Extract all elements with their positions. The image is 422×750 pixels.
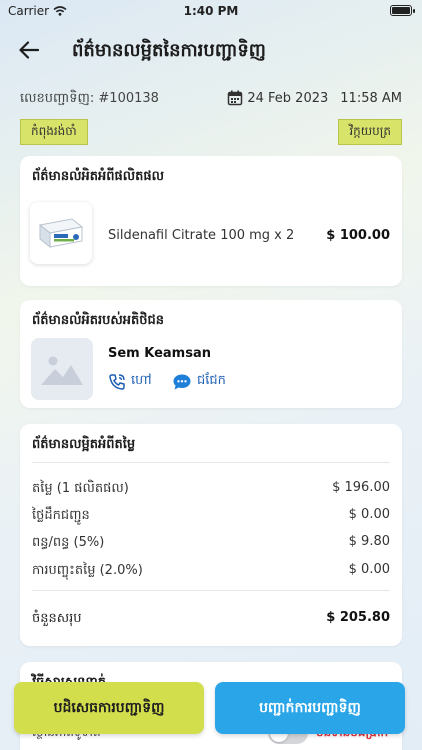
- product-price: $ 100.00: [326, 228, 390, 243]
- calendar-icon: [228, 90, 243, 106]
- avatar: [31, 338, 93, 400]
- price-row: ថ្លៃដឹកជញ្ជូន $ 0.00: [32, 507, 390, 526]
- phone-icon: [109, 373, 125, 390]
- price-row: តម្លៃ (1 ផលិតផល) $ 196.00: [32, 480, 390, 499]
- product-name: Sildenafil Citrate 100 mg x 2: [108, 228, 295, 243]
- price-row-value: $ 196.00: [332, 480, 390, 495]
- price-row: ពន្ធ/ពន្ធ (5%) $ 9.80: [32, 534, 390, 553]
- call-label: ហៅ: [131, 373, 152, 388]
- status-bar: Carrier 1:40 PM: [0, 0, 422, 22]
- customer-details-card: ព័ត៌មានលំអិតរបស់អតិថិជន Sem Keamsan ហៅ ជ…: [20, 300, 402, 408]
- arrow-left-icon: [19, 41, 39, 59]
- order-date: 24 Feb 2023: [247, 90, 329, 106]
- customer-section-title: ព័ត៌មានលំអិតរបស់អតិថិជន: [32, 313, 165, 328]
- page-title: ព័ត៌មានលម្អិតនៃការបញ្ជាទិញ: [72, 40, 266, 61]
- price-row: ការបញ្ចុះតម្លៃ (2.0%) $ 0.00: [32, 562, 390, 581]
- medicine-box-icon: [38, 218, 84, 249]
- price-details-card: ព័ត៌មានលម្អិតអំពីតម្លៃ តម្លៃ (1 ផលិតផល) …: [20, 424, 402, 646]
- price-row-value: $ 0.00: [348, 507, 390, 522]
- price-row-value: $ 9.80: [348, 534, 390, 549]
- chat-label: ជជែក: [197, 373, 226, 388]
- price-row-label: ថ្លៃដឹកជញ្ជូន: [32, 508, 90, 523]
- confirm-order-button[interactable]: បញ្ជាក់ការបញ្ជាទិញ: [215, 682, 405, 734]
- product-image: [30, 202, 92, 264]
- price-row-label: ពន្ធ/ពន្ធ (5%): [32, 535, 105, 550]
- image-placeholder-icon: [41, 356, 83, 385]
- back-button[interactable]: [14, 36, 44, 64]
- product-section-title: ព័ត៌មានលំអិតអំពីផលិតផល: [32, 169, 165, 184]
- price-row-value: $ 0.00: [348, 562, 390, 577]
- divider: [32, 462, 390, 463]
- product-details-card: ព័ត៌មានលំអិតអំពីផលិតផល Sildenafil Citrat…: [20, 156, 402, 286]
- chat-icon: [173, 374, 191, 389]
- price-row-label: តម្លៃ (1 ផលិតផល): [32, 481, 129, 496]
- order-status-badge: កំពុងរង់ចាំ: [20, 119, 88, 145]
- top-bar: ព័ត៌មានលម្អិតនៃការបញ្ជាទិញ: [0, 30, 422, 70]
- reject-order-button[interactable]: បដិសេធការបញ្ជាទិញ: [14, 682, 204, 734]
- price-row-label: ការបញ្ចុះតម្លៃ (2.0%): [32, 563, 143, 578]
- total-row: ចំនួនសរុប $ 205.80: [32, 610, 390, 629]
- call-button[interactable]: ហៅ: [108, 372, 152, 391]
- total-value: $ 205.80: [326, 610, 390, 625]
- invoice-button[interactable]: វិក្កយបត្រ: [338, 119, 402, 145]
- battery-icon: [390, 5, 415, 16]
- chat-button[interactable]: ជជែក: [172, 372, 226, 391]
- order-number: លេខបញ្ជាទិញ: #100138: [20, 91, 159, 106]
- total-label: ចំនួនសរុប: [32, 611, 82, 626]
- price-section-title: ព័ត៌មានលម្អិតអំពីតម្លៃ: [32, 437, 136, 452]
- customer-name: Sem Keamsan: [108, 346, 211, 361]
- order-time: 11:58 AM: [340, 90, 402, 106]
- divider: [32, 590, 390, 591]
- order-datetime: 24 Feb 2023 11:58 AM: [227, 90, 402, 106]
- clock: 1:40 PM: [183, 4, 239, 18]
